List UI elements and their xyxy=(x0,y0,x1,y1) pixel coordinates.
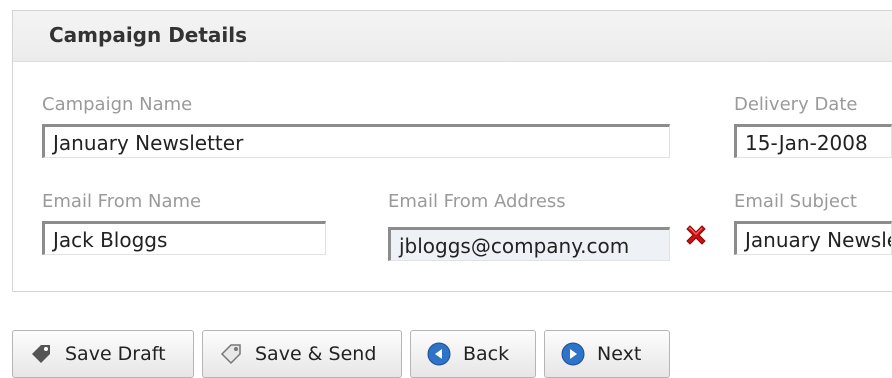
save-send-label: Save & Send xyxy=(255,343,377,365)
red-x-icon xyxy=(683,222,709,248)
delivery-date-input[interactable]: 15-Jan-2008 xyxy=(734,124,892,158)
delivery-date-label: Delivery Date xyxy=(734,94,858,115)
email-subject-input[interactable]: January Newsletter xyxy=(734,221,892,255)
email-from-name-input[interactable]: Jack Bloggs xyxy=(42,221,326,255)
campaign-name-input[interactable]: January Newsletter xyxy=(42,124,670,158)
tag-outline-icon xyxy=(219,342,243,366)
next-label: Next xyxy=(597,343,642,365)
email-from-address-input[interactable]: jbloggs@company.com xyxy=(388,227,670,261)
panel-header: Campaign Details xyxy=(13,11,892,62)
save-send-button[interactable]: Save & Send xyxy=(202,330,402,378)
email-subject-label: Email Subject xyxy=(734,191,857,212)
back-label: Back xyxy=(463,343,510,365)
email-from-name-label: Email From Name xyxy=(42,191,202,212)
save-draft-button[interactable]: Save Draft xyxy=(12,330,194,378)
tag-icon xyxy=(29,342,53,366)
email-from-address-label: Email From Address xyxy=(388,191,566,212)
arrow-right-circle-icon xyxy=(561,342,585,366)
next-button[interactable]: Next xyxy=(544,330,670,378)
campaign-name-label: Campaign Name xyxy=(42,94,193,115)
arrow-left-circle-icon xyxy=(427,342,451,366)
panel-title: Campaign Details xyxy=(49,23,248,47)
save-draft-label: Save Draft xyxy=(65,343,166,365)
back-button[interactable]: Back xyxy=(410,330,536,378)
